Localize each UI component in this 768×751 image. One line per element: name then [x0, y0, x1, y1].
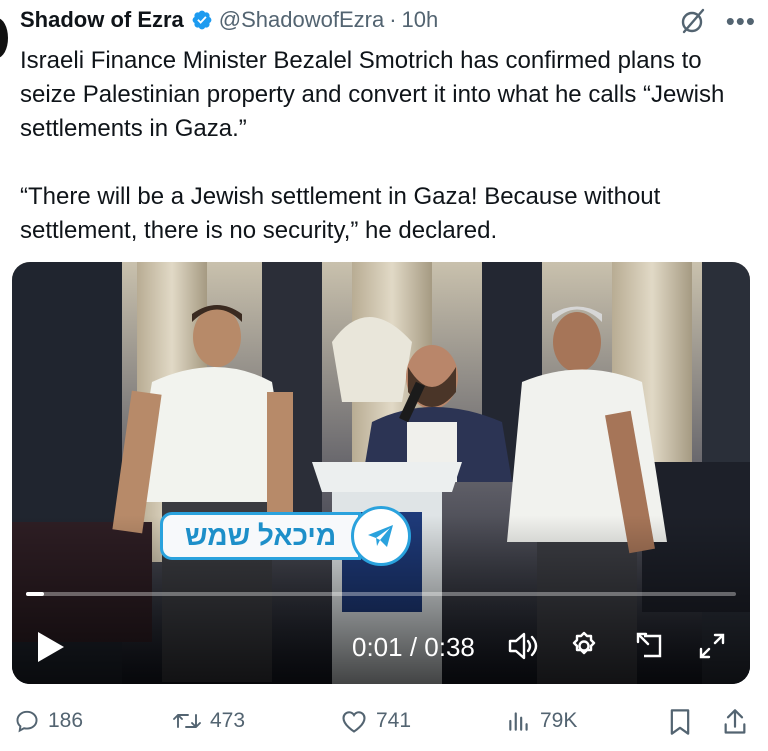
verified-badge-icon: [192, 10, 212, 30]
repost-count: 473: [210, 709, 246, 732]
grok-icon[interactable]: [678, 6, 708, 36]
views-count: 79K: [540, 709, 578, 732]
share-button[interactable]: [722, 708, 756, 736]
header-actions: •••: [678, 6, 756, 36]
settings-icon[interactable]: [568, 630, 600, 662]
video-progress-fill: [26, 592, 45, 596]
tweet-paragraph-1: Israeli Finance Minister Bezalel Smotric…: [20, 47, 725, 142]
heart-icon: [342, 711, 366, 733]
picture-in-picture-icon[interactable]: [634, 630, 666, 662]
reply-button[interactable]: 186: [14, 708, 83, 734]
video-progress-bar[interactable]: [26, 592, 736, 596]
like-count: 741: [376, 709, 412, 732]
repost-button[interactable]: 473: [172, 708, 245, 734]
telegram-overlay-badge: מיכאל שמש: [160, 506, 412, 566]
tweet-text: Israeli Finance Minister Bezalel Smotric…: [20, 44, 760, 248]
tweet-paragraph-2: “There will be a Jewish settlement in Ga…: [20, 183, 661, 244]
views-icon: [509, 712, 528, 731]
bookmark-button[interactable]: [668, 708, 700, 736]
more-options-icon[interactable]: •••: [726, 8, 756, 34]
fullscreen-icon[interactable]: [696, 630, 728, 662]
bookmark-icon: [670, 709, 690, 735]
author-name[interactable]: Shadow of Ezra: [20, 7, 184, 33]
tweet-time[interactable]: 10h: [402, 7, 439, 33]
overlay-name-text: מיכאל שמש: [160, 512, 362, 560]
video-frame: [12, 262, 750, 684]
reply-icon: [16, 710, 38, 733]
play-icon[interactable]: [34, 630, 66, 664]
like-button[interactable]: 741: [340, 708, 411, 734]
tweet-header: Shadow of Ezra @ShadowofEzra · 10h: [20, 2, 438, 38]
share-icon: [724, 709, 746, 734]
views-button[interactable]: 79K: [506, 708, 577, 734]
repost-icon: [173, 714, 201, 728]
tweet-action-bar: 186 473 741 79K: [0, 700, 768, 746]
separator-dot: ·: [389, 7, 397, 32]
avatar[interactable]: [0, 18, 8, 58]
video-timecode: 0:01 / 0:38: [352, 632, 475, 662]
volume-icon[interactable]: [506, 630, 538, 662]
reply-count: 186: [48, 709, 84, 732]
author-handle[interactable]: @ShadowofEzra: [219, 7, 384, 33]
telegram-icon: [351, 506, 412, 566]
video-player[interactable]: מיכאל שמש 0:01 / 0:38: [12, 262, 750, 684]
